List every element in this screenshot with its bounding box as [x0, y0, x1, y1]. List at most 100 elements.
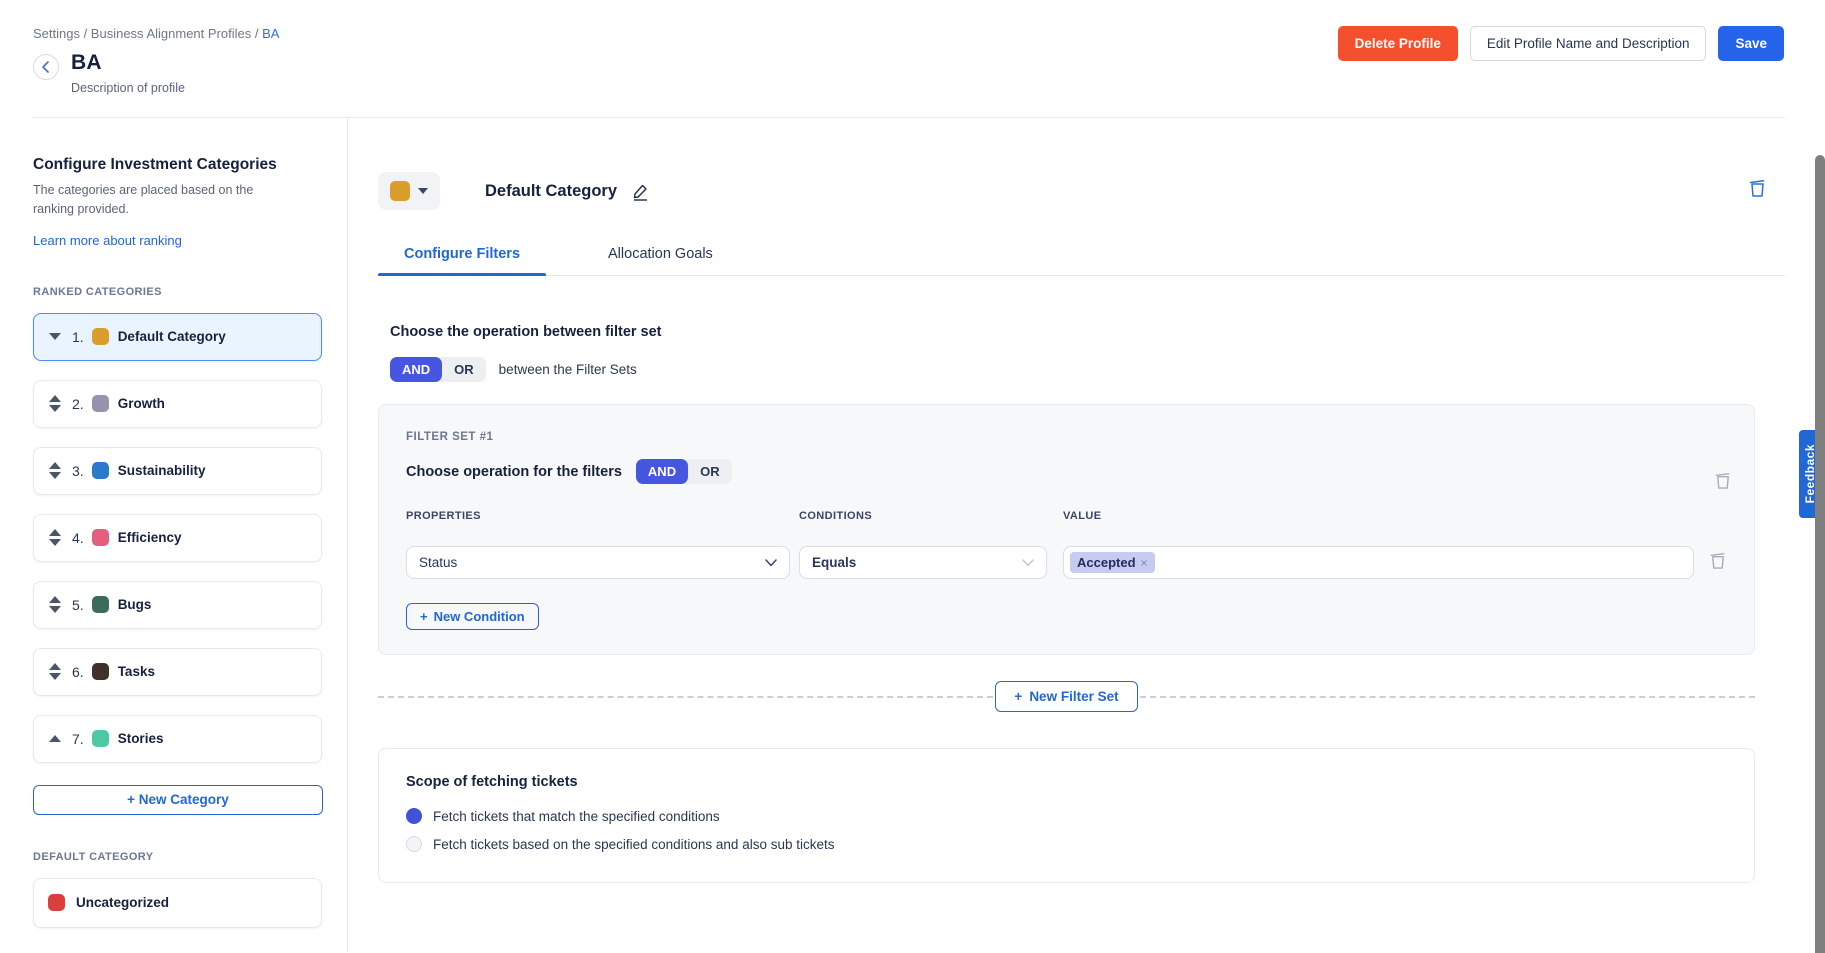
new-filter-set-button[interactable]: + New Filter Set: [995, 681, 1137, 712]
category-name: Sustainability: [118, 463, 206, 478]
property-select[interactable]: Status: [406, 546, 790, 579]
category-item-tasks[interactable]: 6. Tasks: [33, 648, 322, 696]
plus-icon: +: [420, 609, 428, 624]
delete-condition-icon[interactable]: [1709, 551, 1727, 575]
and-toggle-option[interactable]: AND: [390, 357, 442, 382]
page-header: Settings / Business Alignment Profiles /…: [0, 0, 1825, 95]
category-rank: 2.: [72, 396, 84, 412]
condition-select[interactable]: Equals: [799, 546, 1047, 579]
operation-caption: between the Filter Sets: [499, 362, 637, 377]
filter-set-operator-toggle: AND OR: [390, 357, 486, 382]
scope-heading: Scope of fetching tickets: [406, 774, 1727, 790]
move-down-icon[interactable]: [49, 606, 61, 613]
edit-category-name-icon[interactable]: [631, 182, 650, 201]
or-toggle-option[interactable]: OR: [442, 357, 486, 382]
category-color-swatch: [92, 730, 109, 747]
category-rank: 5.: [72, 597, 84, 613]
new-filter-set-divider: + New Filter Set: [378, 681, 1755, 712]
ranked-categories-label: RANKED CATEGORIES: [33, 286, 322, 298]
value-column-header: VALUE: [1063, 510, 1727, 522]
scope-option-sub-tickets[interactable]: Fetch tickets based on the specified con…: [406, 836, 1727, 852]
reorder-arrows[interactable]: [48, 735, 62, 742]
reorder-arrows[interactable]: [48, 663, 62, 680]
chevron-down-icon: [765, 559, 777, 567]
operation-heading: Choose the operation between filter set: [390, 324, 1785, 340]
filter-set-label: FILTER SET #1: [406, 431, 1727, 443]
delete-category-icon[interactable]: [1748, 178, 1767, 203]
page-title: BA: [71, 51, 185, 75]
category-item-bugs[interactable]: 5. Bugs: [33, 581, 322, 629]
move-down-icon[interactable]: [49, 539, 61, 546]
reorder-arrows[interactable]: [48, 529, 62, 546]
chevron-down-icon: [1022, 559, 1034, 567]
category-color-swatch: [92, 663, 109, 680]
tab-configure-filters[interactable]: Configure Filters: [390, 236, 534, 275]
breadcrumb-path[interactable]: Settings / Business Alignment Profiles /: [33, 26, 258, 41]
filters-operator-toggle: AND OR: [636, 459, 732, 484]
category-name: Growth: [118, 396, 165, 411]
value-input[interactable]: Accepted ×: [1063, 546, 1694, 579]
category-name: Bugs: [118, 597, 152, 612]
move-up-icon[interactable]: [49, 395, 61, 402]
learn-more-link[interactable]: Learn more about ranking: [33, 233, 182, 248]
scope-option-match[interactable]: Fetch tickets that match the specified c…: [406, 808, 1727, 824]
and-toggle-option[interactable]: AND: [636, 459, 688, 484]
move-up-icon[interactable]: [49, 596, 61, 603]
remove-value-icon[interactable]: ×: [1141, 556, 1148, 570]
category-color-swatch: [92, 596, 109, 613]
category-item-efficiency[interactable]: 4. Efficiency: [33, 514, 322, 562]
move-down-icon[interactable]: [49, 673, 61, 680]
scope-card: Scope of fetching tickets Fetch tickets …: [378, 748, 1755, 883]
category-rank: 4.: [72, 530, 84, 546]
category-item-growth[interactable]: 2. Growth: [33, 380, 322, 428]
radio-unselected-icon[interactable]: [406, 836, 422, 852]
filter-set-card: FILTER SET #1 Choose operation for the f…: [378, 404, 1755, 655]
category-rank: 7.: [72, 731, 84, 747]
category-tabs: Configure Filters Allocation Goals: [378, 236, 1785, 276]
category-item-default-category[interactable]: 1. Default Category: [33, 313, 322, 361]
condition-select-value: Equals: [812, 555, 856, 570]
delete-profile-button[interactable]: Delete Profile: [1338, 26, 1458, 61]
category-name: Uncategorized: [76, 895, 169, 910]
move-up-icon[interactable]: [49, 663, 61, 670]
move-up-icon[interactable]: [49, 529, 61, 536]
tab-allocation-goals[interactable]: Allocation Goals: [594, 236, 727, 275]
save-button[interactable]: Save: [1718, 26, 1784, 61]
move-down-icon[interactable]: [49, 333, 61, 340]
category-rank: 3.: [72, 463, 84, 479]
filter-column-headers: PROPERTIES CONDITIONS VALUE: [406, 510, 1727, 522]
category-title: Default Category: [485, 182, 617, 201]
reorder-arrows[interactable]: [48, 462, 62, 479]
category-rank: 1.: [72, 329, 84, 345]
uncategorized-item[interactable]: Uncategorized: [33, 878, 322, 928]
category-item-sustainability[interactable]: 3. Sustainability: [33, 447, 322, 495]
plus-icon: +: [1014, 689, 1022, 704]
main-panel: Default Category Configure Filters Al: [348, 118, 1825, 952]
sidebar-heading: Configure Investment Categories: [33, 156, 322, 174]
move-up-icon[interactable]: [49, 735, 61, 742]
reorder-arrows[interactable]: [48, 333, 62, 340]
caret-down-icon: [418, 188, 428, 194]
category-color-swatch: [92, 529, 109, 546]
move-up-icon[interactable]: [49, 462, 61, 469]
new-condition-button[interactable]: + New Condition: [406, 603, 539, 630]
delete-filter-set-icon[interactable]: [1714, 471, 1732, 495]
categories-sidebar: Configure Investment Categories The cate…: [0, 118, 348, 952]
edit-profile-button[interactable]: Edit Profile Name and Description: [1470, 26, 1707, 61]
new-category-button[interactable]: + New Category: [33, 785, 323, 815]
filter-condition-row: Status Equals Accepted: [406, 546, 1727, 579]
or-toggle-option[interactable]: OR: [688, 459, 732, 484]
radio-selected-icon[interactable]: [406, 808, 422, 824]
category-color-dropdown[interactable]: [378, 172, 440, 210]
back-arrow-icon: [40, 61, 52, 73]
vertical-scrollbar[interactable]: [1815, 155, 1825, 953]
category-name: Stories: [118, 731, 164, 746]
back-button[interactable]: [33, 54, 59, 80]
category-item-stories[interactable]: 7. Stories: [33, 715, 322, 763]
reorder-arrows[interactable]: [48, 395, 62, 412]
category-color-swatch: [92, 462, 109, 479]
move-down-icon[interactable]: [49, 405, 61, 412]
reorder-arrows[interactable]: [48, 596, 62, 613]
value-chip: Accepted ×: [1070, 552, 1155, 573]
move-down-icon[interactable]: [49, 472, 61, 479]
